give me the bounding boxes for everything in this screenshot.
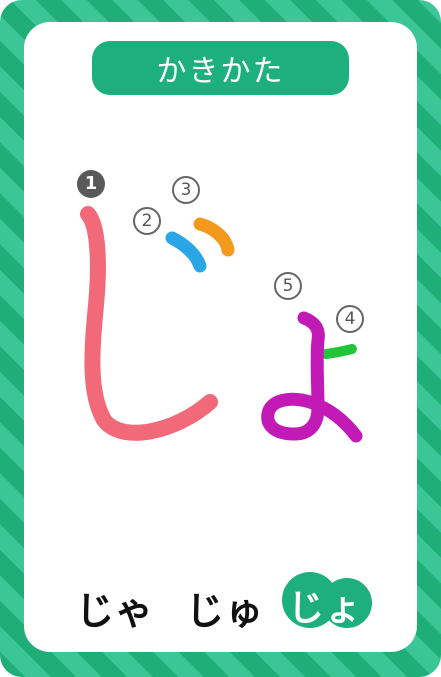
stroke-number-5: 5: [274, 272, 302, 300]
stroke-number-3: 3: [172, 176, 200, 204]
kana-item-ju[interactable]: じゅ: [186, 580, 264, 635]
stroke-number-4: 4: [336, 305, 364, 333]
stroke-number-2: 2: [133, 207, 161, 235]
flash-card: かきかた 1 2 3 4 5 じゃ じゅ じょ: [0, 0, 441, 677]
kana-row: じゃ じゅ じょ: [0, 572, 441, 635]
stroke-2: [165, 231, 207, 273]
kana-item-jo-active[interactable]: じょ: [282, 572, 382, 629]
stroke-number-1: 1: [77, 170, 105, 198]
stroke-3: [193, 217, 235, 257]
kana-item-ja[interactable]: じゃ: [76, 580, 154, 635]
stroke-5: [261, 311, 363, 443]
kana-item-jo-label: じょ: [288, 588, 363, 629]
stroke-4: [321, 344, 357, 359]
